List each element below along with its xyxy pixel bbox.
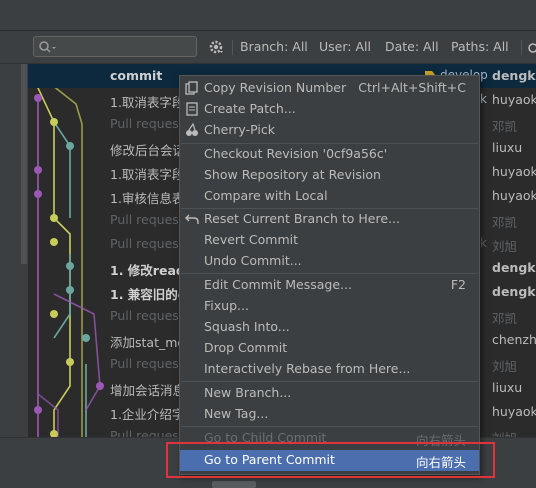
branch-label: k <box>480 92 487 106</box>
log-toolbar: Branch: All User: All Date: All Paths: A… <box>0 31 536 64</box>
search-input[interactable] <box>33 36 197 57</box>
commit-author: dengka <box>492 68 536 83</box>
search-icon <box>39 41 56 53</box>
commit-author: 刘旭 <box>492 428 517 437</box>
annotation-highlight-box <box>166 442 495 478</box>
menu-item-label: Interactively Rebase from Here... <box>204 361 411 376</box>
commit-message: 增加会话消息 <box>110 383 186 398</box>
paths-filter[interactable]: Paths: All <box>451 39 509 54</box>
commit-author: liuxu <box>492 140 523 155</box>
menu-item-label: Copy Revision Number <box>204 80 347 95</box>
menu-item-checkout-revision[interactable]: Checkout Revision '0cf9a56c' <box>180 144 479 165</box>
menu-separator <box>181 426 478 427</box>
menu-item-label: Revert Commit <box>204 232 299 247</box>
commit-message: Pull request <box>110 308 184 323</box>
copy-icon <box>185 81 198 95</box>
commit-message: Pull request <box>110 212 184 227</box>
menu-item-label: New Branch... <box>204 385 292 400</box>
commit-author: huyaoke <box>492 92 536 107</box>
commit-author: chenzhe <box>492 332 536 347</box>
toolbar-separator <box>521 40 522 55</box>
commit-author: 邓凯 <box>492 311 518 326</box>
date-filter[interactable]: Date: All <box>385 39 439 54</box>
menu-item-undo-commit[interactable]: Undo Commit... <box>180 251 479 272</box>
menu-item-reset-branch[interactable]: Reset Current Branch to Here... <box>180 209 479 230</box>
gear-icon[interactable] <box>208 39 224 55</box>
undo-icon <box>185 214 199 224</box>
commit-message: Pull request <box>110 236 184 251</box>
cherry-icon <box>186 123 198 136</box>
commit-author: huyaoke <box>492 188 536 203</box>
menu-item-new-tag[interactable]: New Tag... <box>180 404 479 425</box>
menu-item-shortcut: F2 <box>450 277 466 292</box>
commit-message: 1. 兼容旧的c <box>110 287 186 302</box>
menu-item-squash-into[interactable]: Squash Into... <box>180 317 479 338</box>
commit-author: 邓凯 <box>492 119 518 134</box>
branch-filter[interactable]: Branch: All <box>240 39 308 54</box>
patch-icon <box>186 102 198 116</box>
menu-item-label: New Tag... <box>204 406 269 421</box>
cherry-pick-toolbar-icon[interactable] <box>528 40 536 54</box>
menu-item-cherry-pick[interactable]: Cherry-Pick <box>180 120 479 141</box>
menu-item-edit-commit-message[interactable]: Edit Commit Message... F2 <box>180 275 479 296</box>
commit-author: dengka <box>492 284 536 299</box>
menu-item-label: Cherry-Pick <box>204 122 275 137</box>
menu-item-fixup[interactable]: Fixup... <box>180 296 479 317</box>
menu-item-copy-revision-number[interactable]: Copy Revision Number Ctrl+Alt+Shift+C <box>180 78 479 99</box>
commit-message: 1.取消表字段 <box>110 95 185 110</box>
title-bar <box>0 0 536 31</box>
context-menu: Copy Revision Number Ctrl+Alt+Shift+C Cr… <box>179 75 480 475</box>
commit-author: huyaoke <box>492 164 536 179</box>
commit-author: huyaoke <box>492 404 536 419</box>
menu-item-shortcut: Ctrl+Alt+Shift+C <box>358 80 466 95</box>
menu-separator <box>181 273 478 274</box>
commit-message: commit <box>110 68 163 83</box>
menu-item-label: Undo Commit... <box>204 253 302 268</box>
left-gutter <box>0 64 28 437</box>
menu-item-interactive-rebase[interactable]: Interactively Rebase from Here... <box>180 359 479 380</box>
branch-label: k <box>480 236 487 250</box>
menu-item-label: Reset Current Branch to Here... <box>204 211 400 226</box>
menu-item-compare-with-local[interactable]: Compare with Local <box>180 186 479 207</box>
menu-item-new-branch[interactable]: New Branch... <box>180 383 479 404</box>
commit-author: 刘旭 <box>492 359 518 374</box>
commit-message: 1.取消表字段 <box>110 167 185 182</box>
menu-item-label: Compare with Local <box>204 188 328 203</box>
menu-item-label: Create Patch... <box>204 101 296 116</box>
menu-item-revert-commit[interactable]: Revert Commit <box>180 230 479 251</box>
menu-item-label: Show Repository at Revision <box>204 167 381 182</box>
commit-message: 1.企业介绍字 <box>110 407 185 422</box>
commit-message: Pull request <box>110 428 184 437</box>
menu-item-label: Fixup... <box>204 298 249 313</box>
commit-message: 添加stat_mo <box>110 335 186 350</box>
commit-message: 修改后台会话 <box>110 143 186 158</box>
menu-item-label: Checkout Revision '0cf9a56c' <box>204 146 388 161</box>
commit-message: 1.审核信息表 <box>110 191 185 206</box>
commit-author: 刘旭 <box>492 239 518 254</box>
commit-author: dengka <box>492 260 536 275</box>
menu-item-show-repository[interactable]: Show Repository at Revision <box>180 165 479 186</box>
commit-message: Pull request <box>110 116 184 131</box>
menu-separator <box>181 381 478 382</box>
menu-item-label: Squash Into... <box>204 319 290 334</box>
menu-item-create-patch[interactable]: Create Patch... <box>180 99 479 120</box>
toolbar-separator <box>232 40 233 55</box>
menu-item-drop-commit[interactable]: Drop Commit <box>180 338 479 359</box>
vertical-scrollbar[interactable] <box>21 64 27 264</box>
commit-message: Pull request <box>110 356 184 371</box>
user-filter[interactable]: User: All <box>319 39 371 54</box>
commit-author: 邓凯 <box>492 215 518 230</box>
menu-item-label: Edit Commit Message... <box>204 277 352 292</box>
menu-item-label: Drop Commit <box>204 340 288 355</box>
commit-author: liuxu <box>492 380 523 395</box>
